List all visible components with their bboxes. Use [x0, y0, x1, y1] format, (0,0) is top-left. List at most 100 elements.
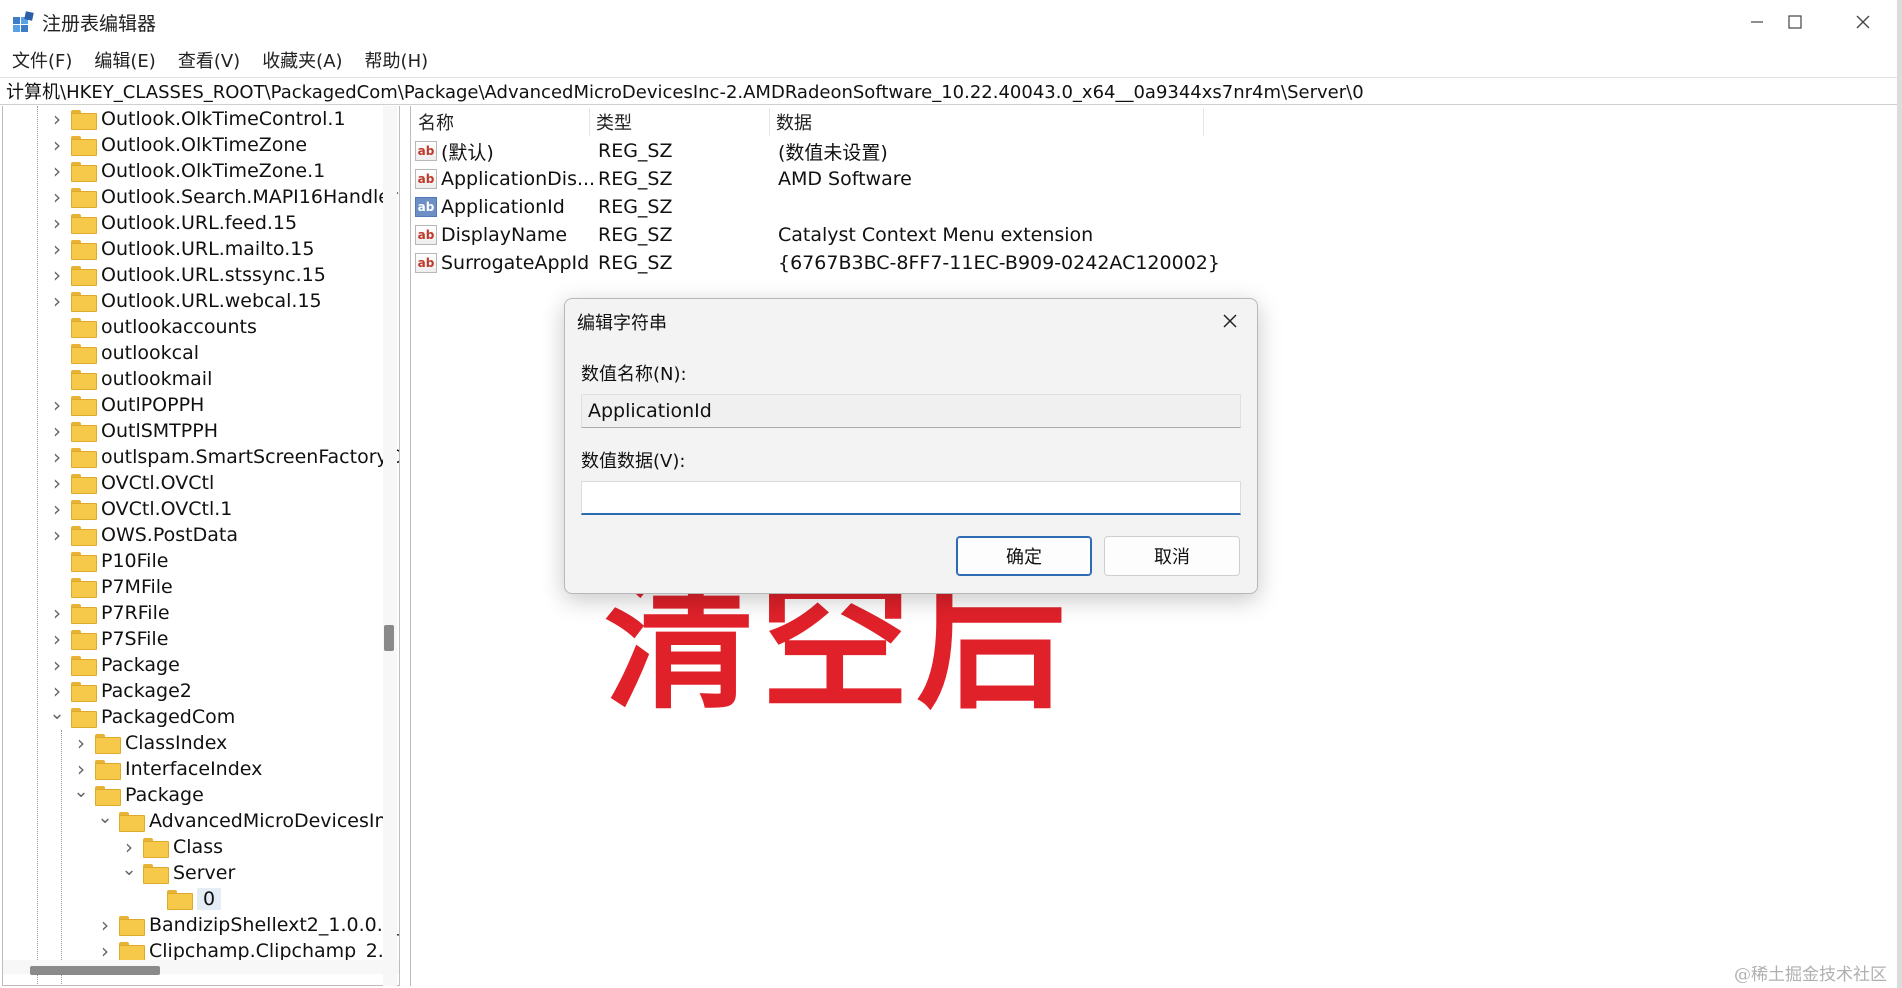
tree-item-label: P7RFile — [101, 602, 170, 624]
tree-vertical-scroll-thumb[interactable] — [384, 625, 394, 651]
tree-item[interactable]: › P7SFile — [49, 626, 168, 652]
tree-item-label: Outlook.Search.MAPI16Handler — [101, 186, 398, 208]
folder-icon — [71, 396, 97, 416]
chevron-right-icon[interactable]: › — [73, 757, 89, 781]
tree-item[interactable]: ⌄ AdvancedMicroDevicesInc — [97, 807, 397, 834]
tree-item[interactable]: › OVCtl.OVCtl — [49, 470, 214, 496]
chevron-right-icon[interactable]: › — [97, 939, 113, 963]
value-row[interactable]: ab DisplayName — [415, 221, 567, 249]
folder-icon — [71, 370, 97, 390]
chevron-down-icon[interactable]: ⌄ — [73, 781, 89, 802]
column-header-name[interactable]: 名称 — [412, 108, 590, 136]
tree-item[interactable]: ⌄ Package — [73, 781, 204, 808]
tree-item[interactable]: › Outlook.URL.mailto.15 — [49, 236, 314, 262]
tree-item[interactable]: ⌄ Server — [121, 859, 235, 886]
chevron-right-icon[interactable]: › — [49, 653, 65, 677]
tree-item[interactable]: outlookaccounts — [49, 314, 257, 340]
menu-file[interactable]: 文件(F) — [12, 47, 72, 73]
chevron-right-icon[interactable]: › — [49, 471, 65, 495]
menu-help[interactable]: 帮助(H) — [365, 47, 429, 73]
tree-horizontal-scroll-thumb[interactable] — [30, 966, 160, 975]
tree-item[interactable]: › outlspam.SmartScreenFactoryCl — [49, 444, 399, 470]
chevron-down-icon[interactable]: ⌄ — [121, 859, 137, 880]
chevron-right-icon[interactable]: › — [49, 211, 65, 235]
tree-item-label: OutlSMTPPH — [101, 420, 218, 442]
ok-button[interactable]: 确定 — [956, 536, 1092, 576]
chevron-right-icon[interactable]: › — [49, 289, 65, 313]
tree-item[interactable]: › Package — [49, 652, 180, 678]
tree-item[interactable]: 0 — [145, 886, 222, 912]
folder-icon — [71, 240, 97, 260]
tree-item[interactable]: outlookmail — [49, 366, 212, 392]
tree-item[interactable]: › InterfaceIndex — [73, 756, 262, 782]
column-header-type[interactable]: 类型 — [590, 108, 770, 136]
tree-item[interactable]: › Outlook.URL.webcal.15 — [49, 288, 322, 314]
chevron-right-icon[interactable]: › — [49, 601, 65, 625]
value-row[interactable]: ab ApplicationId — [415, 193, 565, 221]
folder-icon — [71, 136, 97, 156]
tree-item[interactable]: › Outlook.Search.MAPI16Handler — [49, 184, 398, 210]
tree-item-label: Package — [101, 654, 180, 676]
column-header-data[interactable]: 数据 — [770, 108, 1204, 136]
tree-item-label: Outlook.OlkTimeControl.1 — [101, 108, 346, 130]
address-bar[interactable]: 计算机\HKEY_CLASSES_ROOT\PackagedCom\Packag… — [0, 77, 1902, 105]
tree-item[interactable]: › Outlook.URL.feed.15 — [49, 210, 297, 236]
tree-vertical-scrollbar[interactable] — [383, 106, 397, 986]
tree-item[interactable]: › ClassIndex — [73, 730, 227, 756]
value-data-input[interactable] — [581, 481, 1241, 515]
chevron-right-icon[interactable]: › — [49, 133, 65, 157]
dialog-close-button[interactable] — [1215, 307, 1245, 335]
maximize-button[interactable] — [1762, 0, 1828, 44]
chevron-right-icon[interactable]: › — [49, 445, 65, 469]
tree-item-label: Outlook.URL.stssync.15 — [101, 264, 326, 286]
value-row[interactable]: ab SurrogateAppId — [415, 249, 589, 277]
tree-item[interactable]: › Outlook.OlkTimeControl.1 — [49, 106, 346, 132]
tree-item[interactable]: › Outlook.OlkTimeZone.1 — [49, 158, 325, 184]
value-type: REG_SZ — [598, 196, 673, 218]
tree-item-label: outlookcal — [101, 342, 200, 364]
close-window-button[interactable] — [1830, 0, 1896, 44]
chevron-right-icon[interactable]: › — [49, 159, 65, 183]
tree-item[interactable]: › P7RFile — [49, 600, 170, 626]
chevron-right-icon[interactable]: › — [49, 237, 65, 261]
value-row[interactable]: ab (默认) — [415, 137, 494, 165]
tree-item[interactable]: › Outlook.OlkTimeZone — [49, 132, 307, 158]
menu-favorites[interactable]: 收藏夹(A) — [262, 47, 342, 73]
chevron-right-icon[interactable]: › — [49, 393, 65, 417]
tree-item[interactable]: › Outlook.URL.stssync.15 — [49, 262, 326, 288]
tree-item[interactable]: › OVCtl.OVCtl.1 — [49, 496, 232, 522]
key-tree-pane[interactable]: › Outlook.OlkTimeControl.1 › Outlook.OlkTim… — [2, 106, 400, 986]
tree-item[interactable]: › OWS.PostData — [49, 522, 238, 548]
chevron-right-icon[interactable]: › — [49, 185, 65, 209]
chevron-right-icon[interactable]: › — [49, 107, 65, 131]
cancel-button[interactable]: 取消 — [1104, 536, 1240, 576]
tree-item[interactable]: › Class — [121, 834, 223, 860]
tree-item[interactable]: › Package2 — [49, 678, 192, 704]
tree-item[interactable]: ⌄ PackagedCom — [49, 703, 235, 730]
menu-view[interactable]: 查看(V) — [178, 47, 240, 73]
maximize-icon — [1788, 15, 1802, 29]
tree-item[interactable]: › OutlPOPPH — [49, 392, 204, 418]
chevron-down-icon[interactable]: ⌄ — [97, 807, 113, 828]
value-row[interactable]: ab ApplicationDis... — [415, 165, 595, 193]
tree-item[interactable]: › BandizipShellext2_1.0.0.2_ — [97, 912, 399, 938]
tree-item[interactable]: P7MFile — [49, 574, 173, 600]
chevron-right-icon[interactable]: › — [97, 913, 113, 937]
folder-icon — [71, 110, 97, 130]
string-value-icon: ab — [415, 253, 437, 273]
chevron-right-icon[interactable]: › — [49, 523, 65, 547]
chevron-down-icon[interactable]: ⌄ — [49, 703, 65, 724]
chevron-right-icon[interactable]: › — [121, 835, 137, 859]
chevron-right-icon[interactable]: › — [49, 497, 65, 521]
tree-item[interactable]: › OutlSMTPPH — [49, 418, 218, 444]
tree-item[interactable]: outlookcal — [49, 340, 199, 366]
chevron-right-icon[interactable]: › — [49, 419, 65, 443]
close-icon — [1223, 314, 1237, 328]
chevron-right-icon[interactable]: › — [49, 627, 65, 651]
chevron-right-icon[interactable]: › — [73, 731, 89, 755]
menu-edit[interactable]: 编辑(E) — [94, 47, 155, 73]
tree-item[interactable]: P10File — [49, 548, 168, 574]
chevron-right-icon[interactable]: › — [49, 263, 65, 287]
chevron-right-icon[interactable]: › — [49, 679, 65, 703]
